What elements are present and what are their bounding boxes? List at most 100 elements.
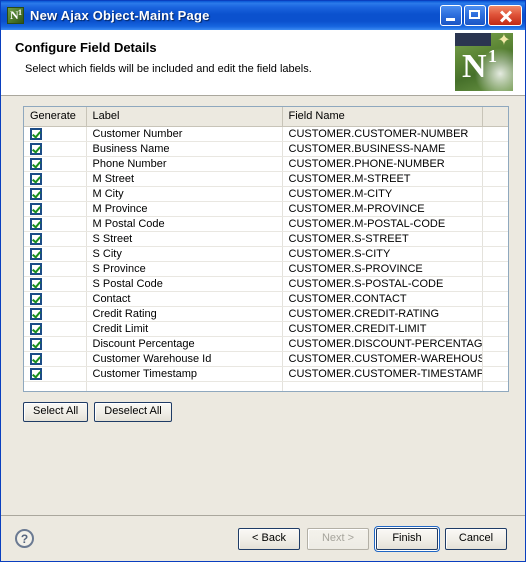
extra-cell[interactable] — [482, 216, 508, 232]
checkbox-checked-icon[interactable] — [30, 142, 42, 155]
column-header-extra[interactable] — [482, 107, 508, 127]
checkbox-checked-icon[interactable] — [30, 307, 42, 320]
label-cell[interactable]: Customer Number — [86, 126, 283, 142]
generate-cell[interactable] — [24, 381, 87, 391]
label-cell[interactable]: S Street — [86, 231, 283, 247]
generate-cell[interactable] — [24, 126, 87, 142]
generate-cell[interactable] — [24, 231, 87, 247]
checkbox-checked-icon[interactable] — [30, 157, 42, 170]
field-name-cell[interactable]: CUSTOMER.M-CITY — [282, 186, 483, 202]
extra-cell[interactable] — [482, 141, 508, 157]
label-cell[interactable]: Customer Timestamp — [86, 366, 283, 382]
extra-cell[interactable] — [482, 291, 508, 307]
generate-cell[interactable] — [24, 171, 87, 187]
generate-cell[interactable] — [24, 321, 87, 337]
label-cell[interactable]: Phone Number — [86, 156, 283, 172]
extra-cell[interactable] — [482, 231, 508, 247]
field-name-cell[interactable]: CUSTOMER.CONTACT — [282, 291, 483, 307]
table-row[interactable]: M Street CUSTOMER.M-STREET — [24, 171, 508, 187]
label-cell[interactable]: M Province — [86, 201, 283, 217]
minimize-icon[interactable] — [440, 5, 462, 26]
table-row[interactable] — [24, 381, 508, 391]
extra-cell[interactable] — [482, 321, 508, 337]
table-row[interactable]: M City CUSTOMER.M-CITY — [24, 186, 508, 202]
extra-cell[interactable] — [482, 246, 508, 262]
extra-cell[interactable] — [482, 156, 508, 172]
table-row[interactable]: Contact CUSTOMER.CONTACT — [24, 291, 508, 307]
label-cell[interactable]: Credit Limit — [86, 321, 283, 337]
extra-cell[interactable] — [482, 351, 508, 367]
extra-cell[interactable] — [482, 171, 508, 187]
generate-cell[interactable] — [24, 186, 87, 202]
label-cell[interactable]: Business Name — [86, 141, 283, 157]
field-name-cell[interactable]: CUSTOMER.CUSTOMER-NUMBER — [282, 126, 483, 142]
field-name-cell[interactable]: CUSTOMER.CREDIT-LIMIT — [282, 321, 483, 337]
extra-cell[interactable] — [482, 306, 508, 322]
field-name-cell[interactable]: CUSTOMER.S-POSTAL-CODE — [282, 276, 483, 292]
checkbox-checked-icon[interactable] — [30, 172, 42, 185]
generate-cell[interactable] — [24, 246, 87, 262]
label-cell[interactable]: M City — [86, 186, 283, 202]
checkbox-checked-icon[interactable] — [30, 127, 42, 140]
table-row[interactable]: Phone Number CUSTOMER.PHONE-NUMBER — [24, 156, 508, 172]
help-icon[interactable]: ? — [15, 529, 34, 548]
extra-cell[interactable] — [482, 261, 508, 277]
label-cell[interactable]: Contact — [86, 291, 283, 307]
field-name-cell[interactable]: CUSTOMER.PHONE-NUMBER — [282, 156, 483, 172]
checkbox-checked-icon[interactable] — [30, 232, 42, 245]
field-name-cell[interactable]: CUSTOMER.S-CITY — [282, 246, 483, 262]
checkbox-checked-icon[interactable] — [30, 217, 42, 230]
select-all-button[interactable]: Select All — [23, 402, 89, 422]
table-row[interactable]: Credit Rating CUSTOMER.CREDIT-RATING — [24, 306, 508, 322]
generate-cell[interactable] — [24, 306, 87, 322]
table-row[interactable]: Business Name CUSTOMER.BUSINESS-NAME — [24, 141, 508, 157]
extra-cell[interactable] — [482, 186, 508, 202]
column-header-field-name[interactable]: Field Name — [282, 107, 483, 127]
close-icon[interactable] — [488, 5, 522, 26]
label-cell[interactable]: Customer Warehouse Id — [86, 351, 283, 367]
checkbox-checked-icon[interactable] — [30, 367, 42, 380]
extra-cell[interactable] — [482, 201, 508, 217]
table-row[interactable]: Credit Limit CUSTOMER.CREDIT-LIMIT — [24, 321, 508, 337]
fields-table-container[interactable]: Generate Label Field Name Customer Numbe… — [23, 106, 509, 392]
checkbox-checked-icon[interactable] — [30, 187, 42, 200]
field-name-cell[interactable]: CUSTOMER.DISCOUNT-PERCENTAGE — [282, 336, 483, 352]
deselect-all-button[interactable]: Deselect All — [94, 402, 172, 422]
checkbox-checked-icon[interactable] — [30, 352, 42, 365]
cancel-button[interactable]: Cancel — [445, 527, 507, 550]
extra-cell[interactable] — [482, 366, 508, 382]
extra-cell[interactable] — [482, 126, 508, 142]
table-row[interactable]: M Postal Code CUSTOMER.M-POSTAL-CODE — [24, 216, 508, 232]
label-cell[interactable]: S City — [86, 246, 283, 262]
field-name-cell[interactable]: CUSTOMER.CREDIT-RATING — [282, 306, 483, 322]
label-cell[interactable]: Discount Percentage — [86, 336, 283, 352]
checkbox-checked-icon[interactable] — [30, 277, 42, 290]
column-header-generate[interactable]: Generate — [24, 107, 87, 127]
finish-button[interactable]: Finish — [374, 525, 440, 552]
generate-cell[interactable] — [24, 291, 87, 307]
maximize-icon[interactable] — [464, 5, 486, 26]
field-name-cell[interactable]: CUSTOMER.S-PROVINCE — [282, 261, 483, 277]
column-header-label[interactable]: Label — [86, 107, 283, 127]
table-row[interactable]: S Street CUSTOMER.S-STREET — [24, 231, 508, 247]
table-row[interactable]: S City CUSTOMER.S-CITY — [24, 246, 508, 262]
generate-cell[interactable] — [24, 276, 87, 292]
back-button[interactable]: < Back — [238, 527, 300, 550]
generate-cell[interactable] — [24, 156, 87, 172]
table-row[interactable]: S Province CUSTOMER.S-PROVINCE — [24, 261, 508, 277]
field-name-cell[interactable]: CUSTOMER.CUSTOMER-WAREHOUS... — [282, 351, 483, 367]
label-cell[interactable]: M Postal Code — [86, 216, 283, 232]
field-name-cell[interactable]: CUSTOMER.M-STREET — [282, 171, 483, 187]
field-name-cell[interactable]: CUSTOMER.CUSTOMER-TIMESTAMP — [282, 366, 483, 382]
generate-cell[interactable] — [24, 336, 87, 352]
checkbox-checked-icon[interactable] — [30, 262, 42, 275]
generate-cell[interactable] — [24, 366, 87, 382]
label-cell[interactable] — [86, 381, 283, 391]
field-name-cell[interactable]: CUSTOMER.M-PROVINCE — [282, 201, 483, 217]
generate-cell[interactable] — [24, 141, 87, 157]
extra-cell[interactable] — [482, 276, 508, 292]
field-name-cell[interactable] — [282, 381, 483, 391]
generate-cell[interactable] — [24, 351, 87, 367]
table-row[interactable]: Discount Percentage CUSTOMER.DISCOUNT-PER… — [24, 336, 508, 352]
table-row[interactable]: Customer Number CUSTOMER.CUSTOMER-NUMBER — [24, 126, 508, 142]
